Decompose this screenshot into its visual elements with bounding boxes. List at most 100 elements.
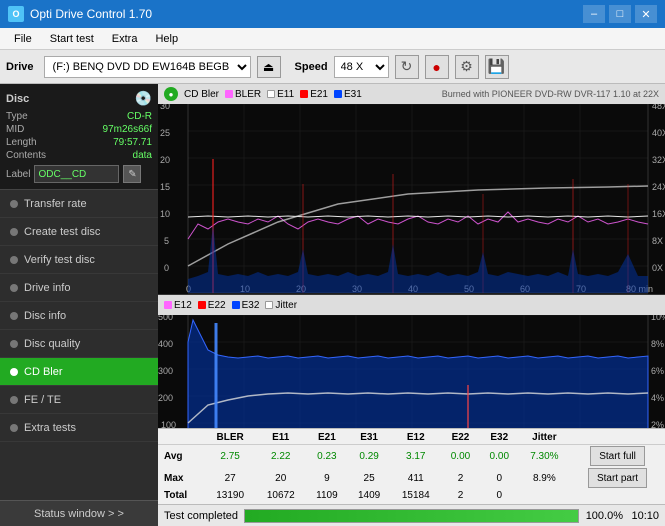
app-title: Opti Drive Control 1.70 <box>30 7 152 21</box>
menu-extra[interactable]: Extra <box>104 31 146 47</box>
col-action <box>570 431 665 445</box>
nav-disc-quality[interactable]: Disc quality <box>0 330 158 358</box>
total-jitter <box>519 489 570 502</box>
legend-e21-label: E21 <box>310 89 328 100</box>
table-row: Max 27 20 9 25 411 2 0 8.9% Start part <box>158 467 665 489</box>
status-window-button[interactable]: Status window > > <box>0 500 158 526</box>
nav-fe-te[interactable]: FE / TE <box>0 386 158 414</box>
label-input[interactable] <box>34 165 119 183</box>
nav-extra-tests-label: Extra tests <box>24 422 76 434</box>
col-e12: E12 <box>390 431 441 445</box>
legend-e22-dot <box>198 301 206 309</box>
svg-text:25: 25 <box>160 128 170 138</box>
drive-select[interactable]: (F:) BENQ DVD DD EW164B BEGB <box>44 56 251 78</box>
contents-label: Contents <box>6 150 46 161</box>
eject-button[interactable]: ⏏ <box>257 56 281 78</box>
mid-label: MID <box>6 124 24 135</box>
start-full-button[interactable]: Start full <box>590 446 645 466</box>
total-e32: 0 <box>480 489 519 502</box>
svg-text:5: 5 <box>164 236 169 246</box>
disc-panel-title: Disc <box>6 93 29 105</box>
svg-text:40X: 40X <box>652 128 665 138</box>
nav-create-test-disc[interactable]: Create test disc <box>0 218 158 246</box>
label-edit-button[interactable]: ✎ <box>123 165 141 183</box>
svg-text:32X: 32X <box>652 155 665 165</box>
nav-cd-bler-label: CD Bler <box>24 366 63 378</box>
table-row: Total 13190 10672 1109 1409 15184 2 0 <box>158 489 665 502</box>
svg-text:30: 30 <box>160 104 170 111</box>
start-part-button[interactable]: Start part <box>588 468 647 488</box>
maximize-button[interactable]: □ <box>609 5 631 23</box>
svg-text:2%: 2% <box>651 420 664 428</box>
total-e22: 2 <box>441 489 480 502</box>
legend-bler: BLER <box>225 89 261 100</box>
titlebar: O Opti Drive Control 1.70 – □ ✕ <box>0 0 665 28</box>
toolbar: Drive (F:) BENQ DVD DD EW164B BEGB ⏏ Spe… <box>0 50 665 84</box>
nav-create-test-disc-label: Create test disc <box>24 226 100 238</box>
svg-text:10%: 10% <box>651 315 665 322</box>
nav-disc-quality-label: Disc quality <box>24 338 80 350</box>
nav-extra-tests[interactable]: Extra tests <box>0 414 158 442</box>
chart-top-svg: 30 25 20 15 10 5 0 48X 40X 32X 24X 16X 8… <box>158 104 665 294</box>
menubar: File Start test Extra Help <box>0 28 665 50</box>
refresh-button[interactable]: ↻ <box>395 55 419 79</box>
nav-verify-test-disc[interactable]: Verify test disc <box>0 246 158 274</box>
svg-text:400: 400 <box>158 339 173 349</box>
save-button[interactable]: 💾 <box>485 55 509 79</box>
svg-text:16X: 16X <box>652 209 665 219</box>
max-label: Max <box>158 467 205 489</box>
menu-help[interactable]: Help <box>147 31 186 47</box>
disc-info-panel: Disc 💿 Type CD-R MID 97m26s66f Length 79… <box>0 84 158 190</box>
main-layout: Disc 💿 Type CD-R MID 97m26s66f Length 79… <box>0 84 665 526</box>
nav-transfer-rate-label: Transfer rate <box>24 198 87 210</box>
type-label: Type <box>6 111 28 122</box>
settings-button[interactable]: ⚙ <box>455 55 479 79</box>
sidebar-nav: Transfer rate Create test disc Verify te… <box>0 190 158 500</box>
avg-e22: 0.00 <box>441 445 480 468</box>
chart-bottom: E12 E22 E32 Jitter <box>158 295 665 428</box>
speed-select[interactable]: 48 X <box>334 56 389 78</box>
minimize-button[interactable]: – <box>583 5 605 23</box>
chart-container: ● CD Bler BLER E11 E21 <box>158 84 665 428</box>
length-value: 79:57.71 <box>113 137 152 148</box>
menu-start-test[interactable]: Start test <box>42 31 102 47</box>
close-button[interactable]: ✕ <box>635 5 657 23</box>
max-e11: 20 <box>255 467 306 489</box>
nav-transfer-rate[interactable]: Transfer rate <box>0 190 158 218</box>
avg-e11: 2.22 <box>255 445 306 468</box>
avg-bler: 2.75 <box>205 445 256 468</box>
max-e32: 0 <box>480 467 519 489</box>
nav-cd-bler[interactable]: CD Bler <box>0 358 158 386</box>
progress-track <box>244 509 579 523</box>
col-e11: E11 <box>255 431 306 445</box>
legend-e11-label: E11 <box>277 89 294 100</box>
titlebar-controls: – □ ✕ <box>583 5 657 23</box>
svg-text:200: 200 <box>158 393 173 403</box>
total-bler: 13190 <box>205 489 256 502</box>
legend-e11-dot <box>267 90 275 98</box>
svg-text:100: 100 <box>161 420 176 428</box>
status-text: Test completed <box>164 510 238 522</box>
svg-text:500: 500 <box>158 315 173 322</box>
total-btn-cell <box>570 489 665 502</box>
legend-jitter-dot <box>265 301 273 309</box>
col-e22: E22 <box>441 431 480 445</box>
drive-label: Drive <box>6 61 34 73</box>
status-window-label: Status window > > <box>34 508 124 520</box>
nav-verify-test-disc-label: Verify test disc <box>24 254 95 266</box>
legend-e31-label: E31 <box>344 89 362 100</box>
record-button[interactable]: ● <box>425 55 449 79</box>
col-e32: E32 <box>480 431 519 445</box>
nav-disc-info[interactable]: Disc info <box>0 302 158 330</box>
legend-e21-dot <box>300 90 308 98</box>
col-label <box>158 431 205 445</box>
nav-drive-info[interactable]: Drive info <box>0 274 158 302</box>
legend-jitter: Jitter <box>265 300 297 311</box>
menu-file[interactable]: File <box>6 31 40 47</box>
total-e31: 1409 <box>348 489 391 502</box>
total-label: Total <box>158 489 205 502</box>
svg-text:0: 0 <box>164 263 169 273</box>
stats-table: BLER E11 E21 E31 E12 E22 E32 Jitter Avg <box>158 431 665 502</box>
legend-e32-label: E32 <box>242 300 260 311</box>
label-key: Label <box>6 169 30 180</box>
